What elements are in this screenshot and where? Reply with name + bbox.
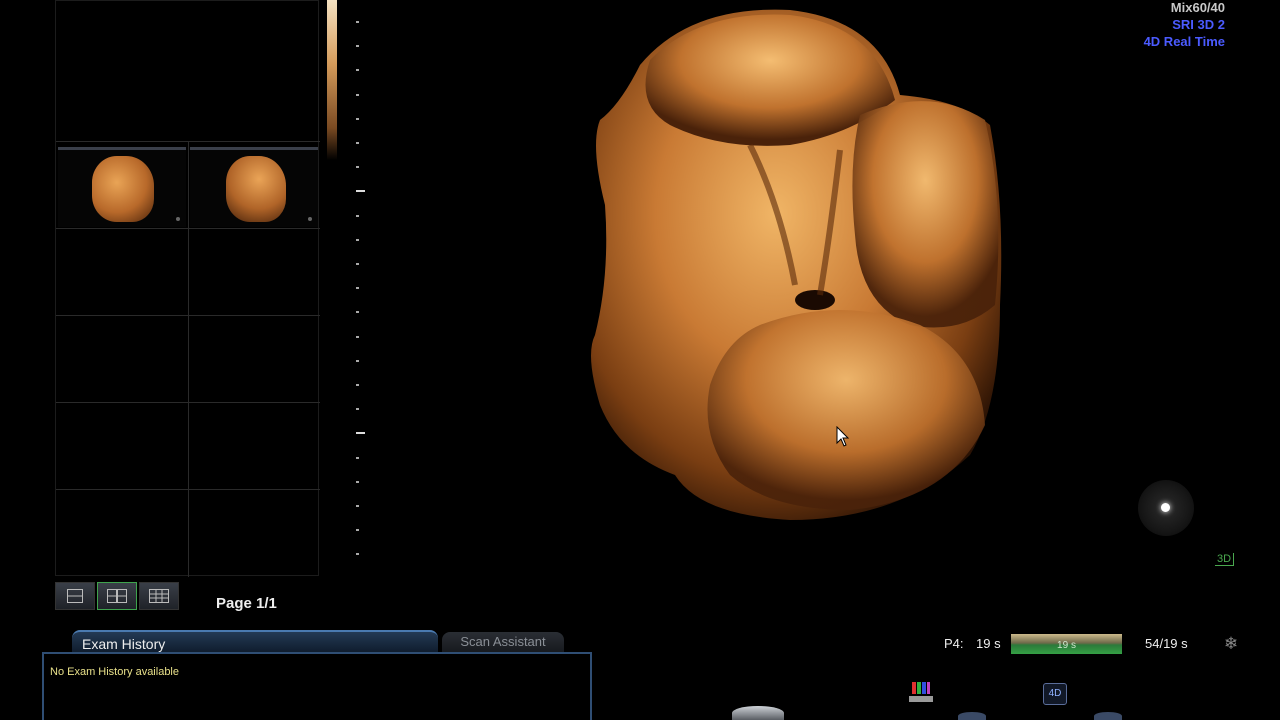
depth-tick [356,432,365,435]
depth-tick [356,214,359,217]
layout-toolbar [55,582,182,612]
depth-tick [356,384,359,386]
exam-history-panel [42,652,592,720]
depth-tick [356,93,359,96]
single-layout-icon [67,589,83,603]
cine-frame-count: 54/19 s [1145,636,1188,651]
mix-label: Mix60/40 [1170,0,1225,15]
trackball-dot-icon [1161,503,1170,512]
thumbnail-gallery [55,0,320,577]
depth-tick [356,529,359,532]
preset-label: P4: [944,636,964,651]
cine-duration: 19 s [976,636,1001,651]
volume-right-lobe [852,101,999,328]
3x3-layout-icon [149,589,169,603]
mouse-pointer-icon [836,426,850,447]
depth-tick [356,190,365,193]
depth-tick [356,287,359,290]
gray-map-bar [327,0,337,160]
depth-tick [356,45,359,48]
tab-exam-history[interactable]: Exam History [72,630,438,654]
gallery-divider [188,141,189,577]
2x2-layout-button[interactable] [97,582,137,610]
3x3-layout-button[interactable] [139,582,179,610]
volume-lower-lobe [707,310,985,510]
depth-tick [356,359,359,362]
cine-bar-label: 19 s [1057,640,1076,651]
thumbnail-image-1[interactable] [58,147,186,227]
depth-tick [356,263,359,265]
depth-tick [356,480,359,483]
control-knob[interactable] [958,712,986,720]
depth-tick [356,69,359,72]
depth-tick [356,553,359,556]
3d-volume-render[interactable] [580,5,1010,525]
2x2-layout-icon [107,589,127,603]
control-knob[interactable] [732,706,784,720]
sri-label: SRI 3D 2 [1172,17,1225,32]
depth-tick [356,408,359,411]
depth-tick [356,238,359,241]
color-map-icon[interactable] [909,680,933,704]
thumbnail-image-2[interactable] [190,147,318,227]
depth-tick [356,456,359,459]
snowflake-icon[interactable]: ❄ [1222,635,1240,653]
depth-tick [356,166,359,169]
depth-tick [356,142,359,144]
mode-label: 4D Real Time [1143,34,1225,49]
depth-tick [356,311,359,314]
volume-shadow [795,290,835,310]
depth-tick [356,505,359,507]
depth-tick [356,21,359,23]
single-layout-button[interactable] [55,582,95,610]
thumbnail-marker [308,217,312,221]
page-indicator: Page 1/1 [216,595,277,612]
3d-render-icon[interactable]: 3D [1215,553,1235,566]
thumbnail-volume [226,156,286,222]
4d-mode-icon[interactable]: 4D [1043,683,1067,705]
thumbnail-volume [92,156,154,222]
control-knob[interactable] [1094,712,1122,720]
thumbnail-marker [176,217,180,221]
depth-tick [356,335,359,338]
depth-tick [356,117,359,120]
exam-history-message: No Exam History available [50,666,179,678]
tab-scan-assistant[interactable]: Scan Assistant [442,632,564,654]
